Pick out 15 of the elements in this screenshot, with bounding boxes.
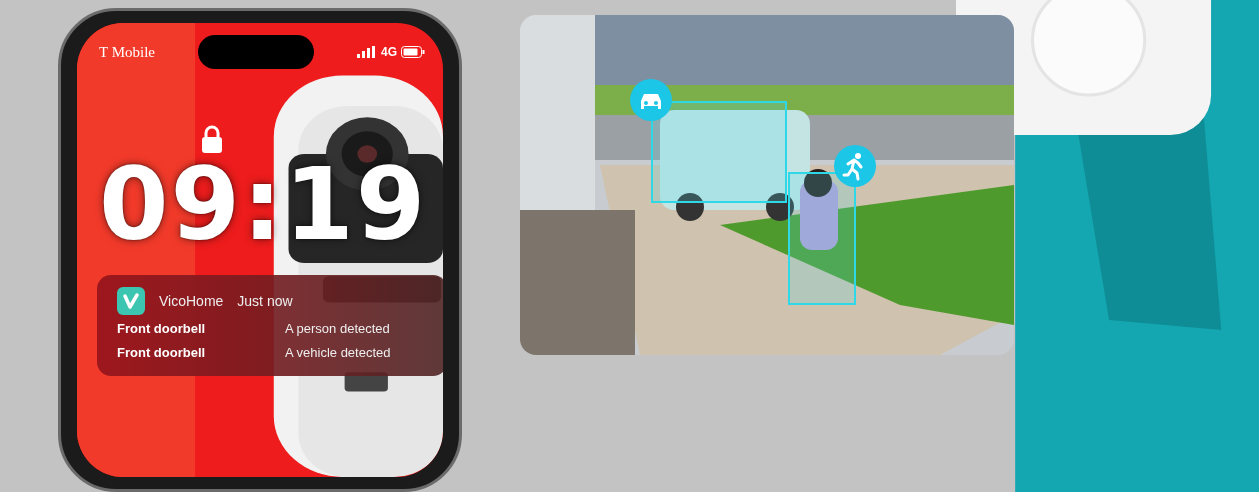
notification-card[interactable]: VicoHome Just now Front doorbell A person detected Front doorbell A vehicle detected	[97, 275, 443, 376]
battery-icon	[401, 46, 425, 58]
lock-icon	[201, 125, 223, 153]
app-icon	[117, 287, 145, 315]
notification-message: A vehicle detected	[285, 343, 391, 362]
carrier-name: T Mobile	[99, 42, 155, 62]
notification-source: Front doorbell	[117, 343, 207, 362]
notification-message: A person detected	[285, 320, 390, 338]
notification-time: Just now	[237, 291, 293, 311]
running-person-icon	[834, 145, 876, 187]
network-type: 4G	[381, 44, 397, 61]
car-icon	[630, 79, 672, 121]
notification-source: Front doorbell	[117, 320, 207, 338]
signal-icon	[357, 46, 377, 58]
app-name: VicoHome	[159, 291, 224, 311]
